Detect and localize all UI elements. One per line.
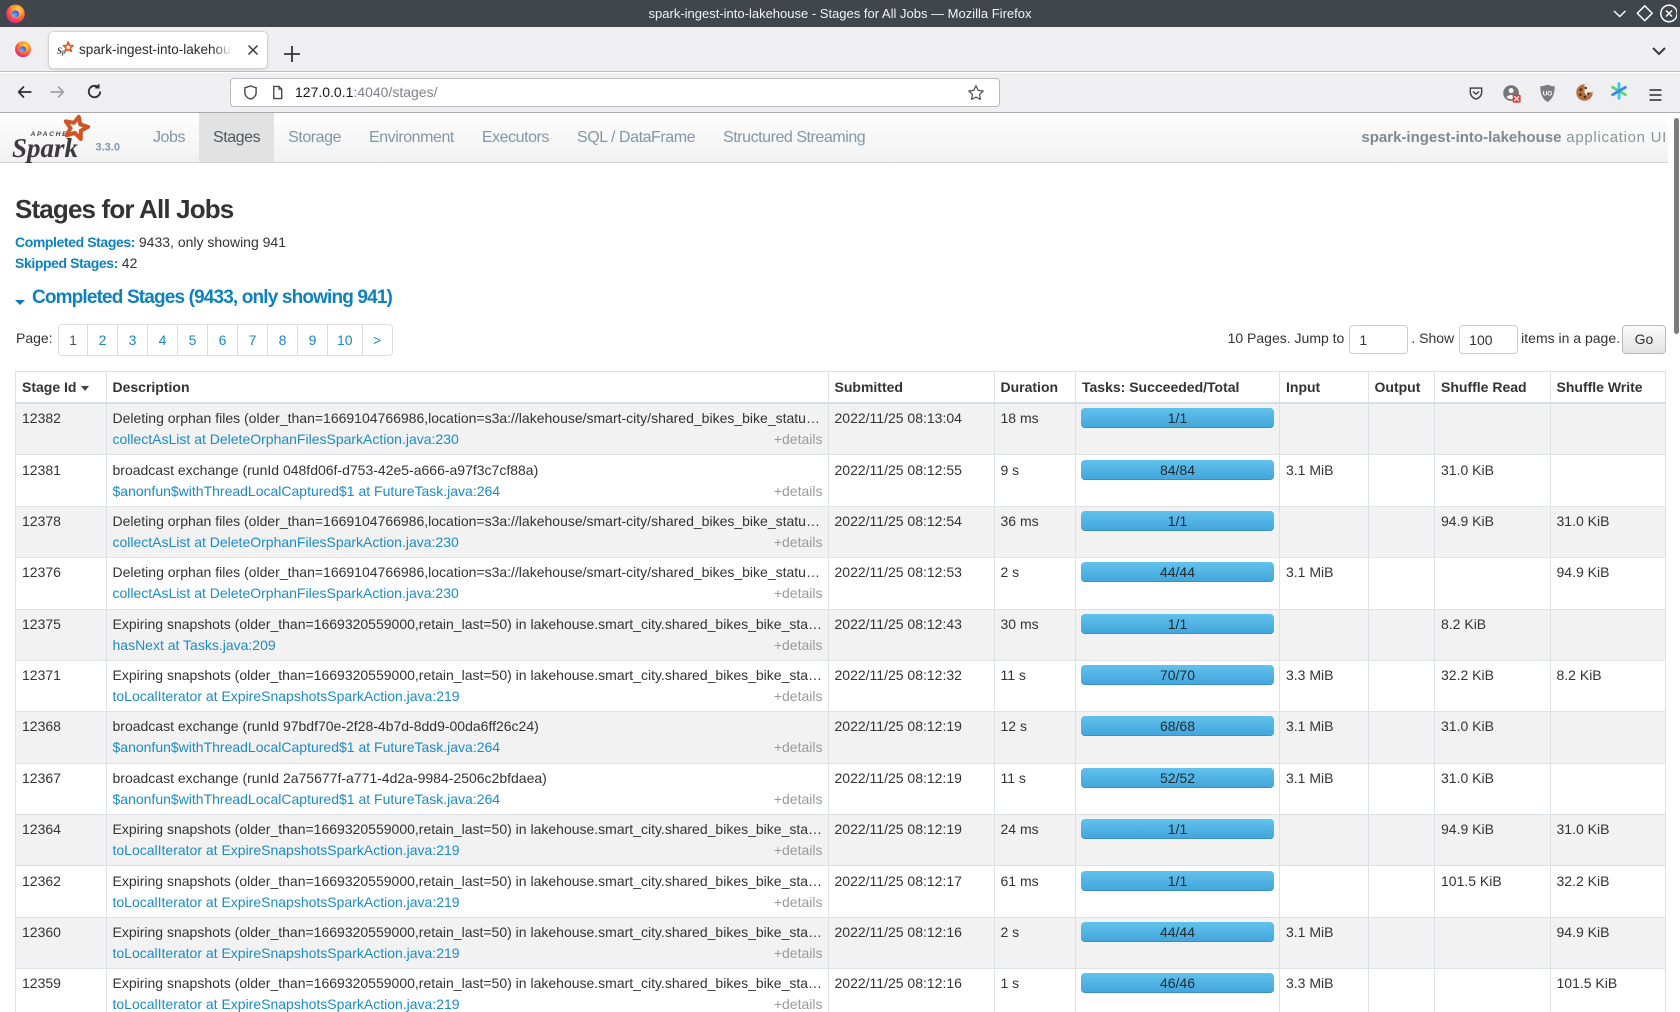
svg-text:UO: UO [1543, 91, 1553, 98]
svg-text:3.3.0: 3.3.0 [96, 142, 120, 154]
svg-text:Spark: Spark [12, 133, 79, 163]
